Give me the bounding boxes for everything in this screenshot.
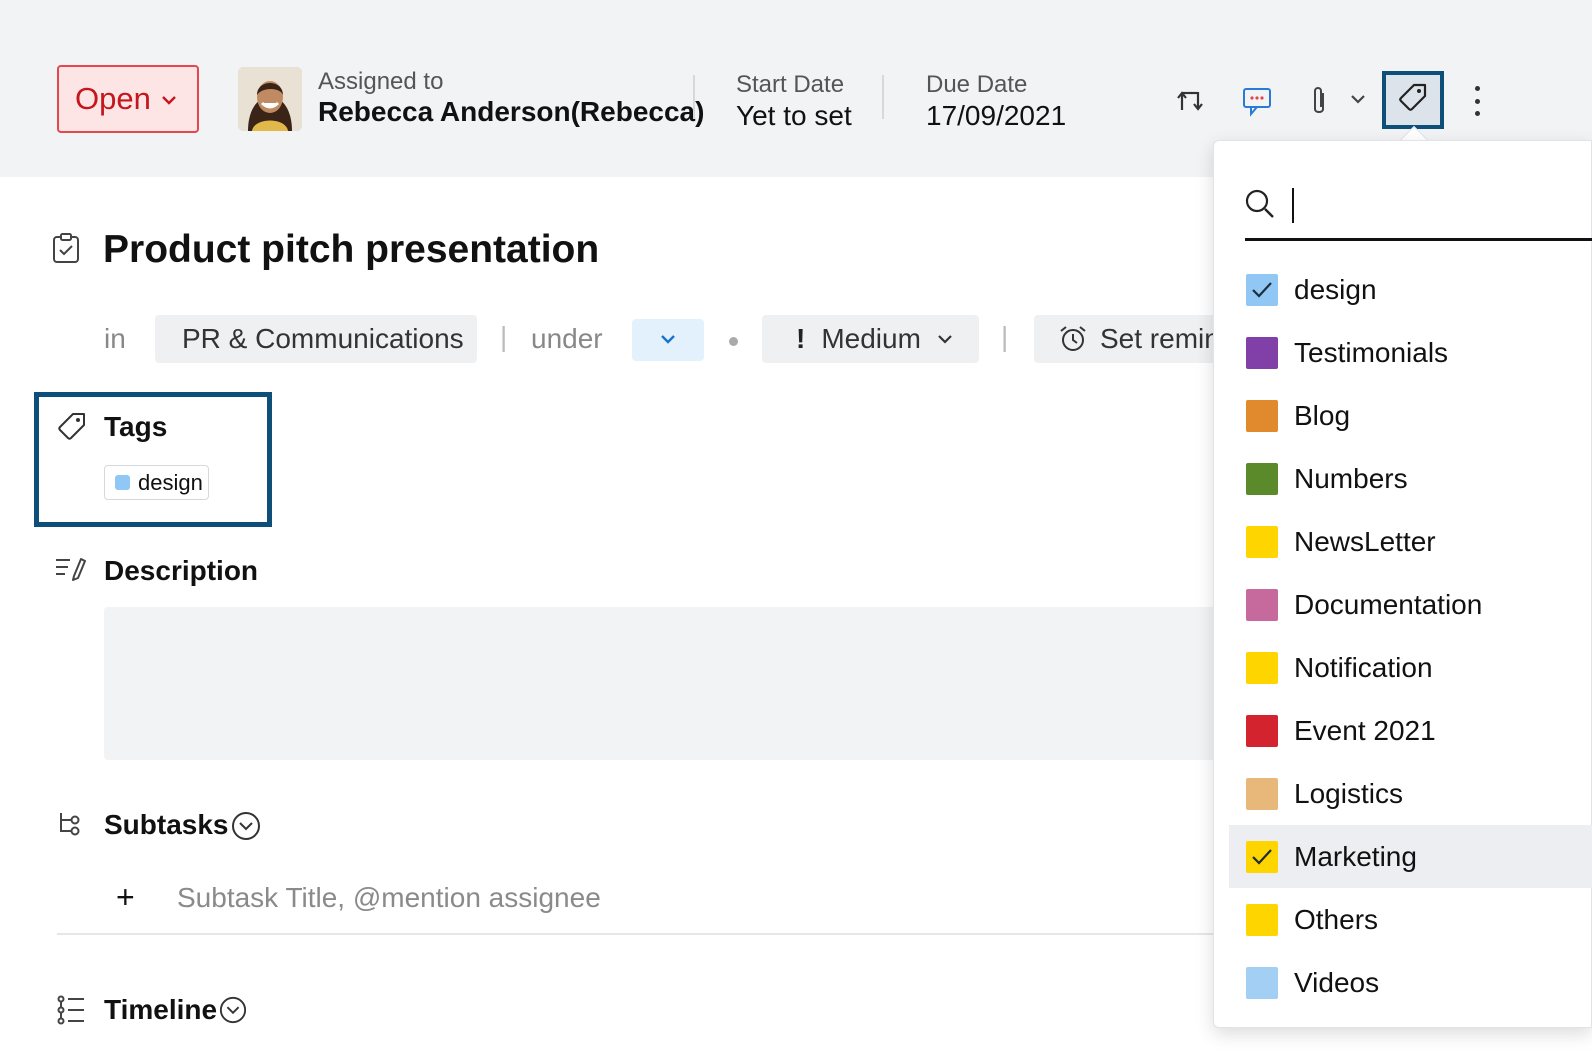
tag-color-swatch [1246,588,1278,621]
tag-options-list: design Testimonials Blog Numbers NewsLetter D… [1229,258,1592,1014]
tag-option-label: Event 2021 [1294,714,1436,746]
tag-button[interactable] [1382,71,1444,129]
tag-option-label: Others [1294,903,1379,935]
start-date-label: Start Date [736,71,845,98]
paperclip-icon[interactable] [1306,84,1332,118]
tag-option-design[interactable]: design [1229,258,1592,321]
project-chip[interactable]: PR & Communications [155,315,477,363]
tag-color-swatch [1246,651,1278,684]
checkbox-checked-icon [1246,273,1278,306]
tag-color-swatch [1246,966,1278,999]
tag-color-swatch [1246,399,1278,432]
reminder-button[interactable]: Set remin [1034,315,1213,363]
assignee-name[interactable]: Rebecca Anderson(Rebecca) [318,96,704,128]
tag-icon [1397,82,1429,119]
tag-option-label: NewsLetter [1294,525,1436,557]
subtask-icon [57,811,83,842]
tag-option-label: Testimonials [1294,336,1449,368]
due-date-label: Due Date [926,71,1028,98]
tag-option-label: design [1294,273,1377,305]
chevron-down-icon [660,331,676,349]
subtask-title-input[interactable] [177,878,1207,918]
tag-option-label: Marketing [1294,840,1417,872]
checkbox-checked-icon [1246,840,1278,873]
project-name: PR & Communications [182,323,464,354]
tag-option-videos[interactable]: Videos [1229,951,1592,1014]
comment-icon[interactable] [1240,84,1274,118]
tag-color-swatch [115,475,130,490]
due-date-value[interactable]: 17/09/2021 [926,100,1066,132]
description-editor[interactable] [104,607,1224,760]
under-label: under [531,323,603,354]
assigned-to-label: Assigned to [318,68,444,95]
status-label: Open [75,81,151,116]
plus-icon[interactable]: + [116,879,135,916]
tag-color-swatch [1246,777,1278,810]
tag-icon [56,411,88,448]
swap-icon[interactable] [1174,86,1208,116]
tag-option-others[interactable]: Others [1229,888,1592,951]
tag-option-notification[interactable]: Notification [1229,636,1592,699]
divider: | [500,321,508,352]
tag-color-swatch [1246,714,1278,747]
status-dropdown[interactable]: Open [57,65,199,133]
tag-option-numbers[interactable]: Numbers [1229,447,1592,510]
text-cursor [1292,188,1294,223]
description-heading: Description [104,555,259,586]
alarm-clock-icon [1058,324,1088,354]
search-icon [1244,188,1276,225]
tag-color-swatch [1246,336,1278,369]
tag-option-testimonials[interactable]: Testimonials [1229,321,1592,384]
start-date-value[interactable]: Yet to set [736,100,852,132]
divider: | [1001,321,1009,352]
tag-option-marketing[interactable]: Marketing [1229,825,1592,888]
tag-chip-design[interactable]: design [104,465,209,500]
tag-option-label: Numbers [1294,462,1408,494]
timeline-icon [56,995,86,1030]
edit-description-icon [54,556,86,587]
tags-heading: Tags [104,411,168,442]
timeline-heading: Timeline [104,994,218,1025]
tag-option-label: Videos [1294,966,1380,998]
chevron-circle-icon [219,996,247,1028]
in-label: in [104,323,126,354]
tag-color-swatch [1246,462,1278,495]
divider [57,933,1217,935]
timeline-collapse-toggle[interactable] [219,996,247,1029]
tag-chip-label: design [138,469,203,495]
tag-option-label: Logistics [1294,777,1403,809]
tag-option-logistics[interactable]: Logistics [1229,762,1592,825]
tag-color-swatch [1246,525,1278,558]
priority-dropdown[interactable]: ! Medium [762,315,979,363]
tag-color-swatch [1246,903,1278,936]
tag-option-event-2021[interactable]: Event 2021 [1229,699,1592,762]
tag-option-documentation[interactable]: Documentation [1229,573,1592,636]
tag-search-input[interactable] [1291,185,1571,223]
assignee-avatar[interactable] [238,67,302,131]
task-title[interactable]: Product pitch presentation [103,228,599,272]
tag-option-label: Documentation [1294,588,1483,620]
chevron-down-icon [937,334,953,344]
clipboard-check-icon [52,232,80,269]
separator-dot [729,337,738,346]
chevron-circle-icon [231,812,261,845]
tag-picker-dropdown: design Testimonials Blog Numbers NewsLetter D… [1213,140,1592,1028]
search-underline [1245,238,1592,241]
subtasks-heading: Subtasks [104,809,229,840]
chevron-down-icon [161,89,177,110]
tag-option-label: Blog [1294,399,1351,431]
exclamation-icon: ! [796,323,806,354]
subtasks-collapse-toggle[interactable] [231,811,261,846]
more-icon[interactable] [1470,86,1484,116]
tag-option-newsletter[interactable]: NewsLetter [1229,510,1592,573]
tag-option-blog[interactable]: Blog [1229,384,1592,447]
reminder-label: Set remin [1100,323,1213,354]
divider [882,75,884,119]
tasklist-dropdown[interactable] [632,319,704,361]
tag-option-label: Notification [1294,651,1433,683]
chevron-down-icon[interactable] [1348,91,1368,107]
priority-label: Medium [821,323,921,354]
divider [693,75,695,119]
